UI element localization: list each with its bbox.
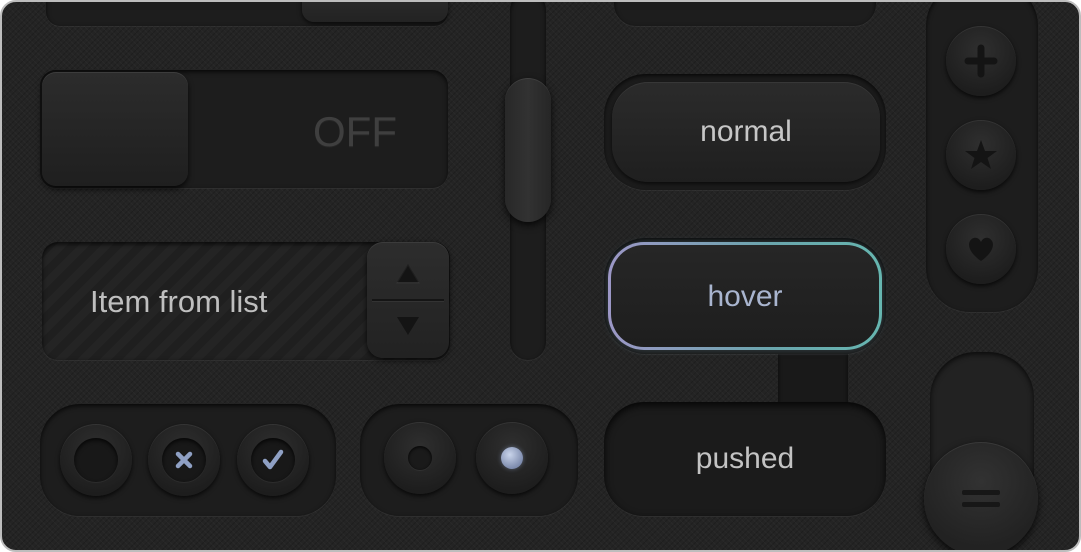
toggle-knob[interactable] (42, 72, 188, 186)
grip-lines-icon (962, 490, 1000, 507)
stepper-divider (372, 299, 444, 301)
hover-connector (778, 350, 848, 404)
radio-unselected-dot (408, 446, 432, 470)
triangle-down-icon (397, 317, 419, 335)
plus-icon (964, 44, 998, 78)
star-icon (965, 140, 997, 169)
checkbox-checked-ring (251, 438, 295, 482)
top-partial-knob (302, 2, 448, 22)
pushed-button[interactable]: pushed (604, 402, 886, 516)
radio-selected-dot (501, 447, 523, 469)
hover-button[interactable]: hover (608, 242, 882, 350)
toggle-state-label: OFF (313, 108, 397, 155)
stepper-up-button[interactable] (372, 250, 444, 296)
vertical-slider-2-knob[interactable] (924, 442, 1038, 550)
cross-icon (175, 451, 193, 469)
heart-icon (969, 237, 993, 261)
checkbox-cross-ring (162, 438, 206, 482)
plus-button[interactable] (946, 26, 1016, 96)
heart-button[interactable] (946, 214, 1016, 284)
vertical-slider-thumb[interactable] (505, 78, 551, 222)
checkbox-empty-ring (74, 438, 118, 482)
ui-kit-panel: OFF Item from list normal hover pushed (0, 0, 1081, 552)
star-button[interactable] (946, 120, 1016, 190)
top-partial-button (614, 2, 876, 26)
normal-button[interactable]: normal (612, 82, 880, 182)
stepper-down-button[interactable] (372, 303, 444, 349)
checkmark-icon (262, 449, 284, 470)
list-selected-value: Item from list (90, 284, 268, 319)
triangle-up-icon (396, 264, 420, 284)
